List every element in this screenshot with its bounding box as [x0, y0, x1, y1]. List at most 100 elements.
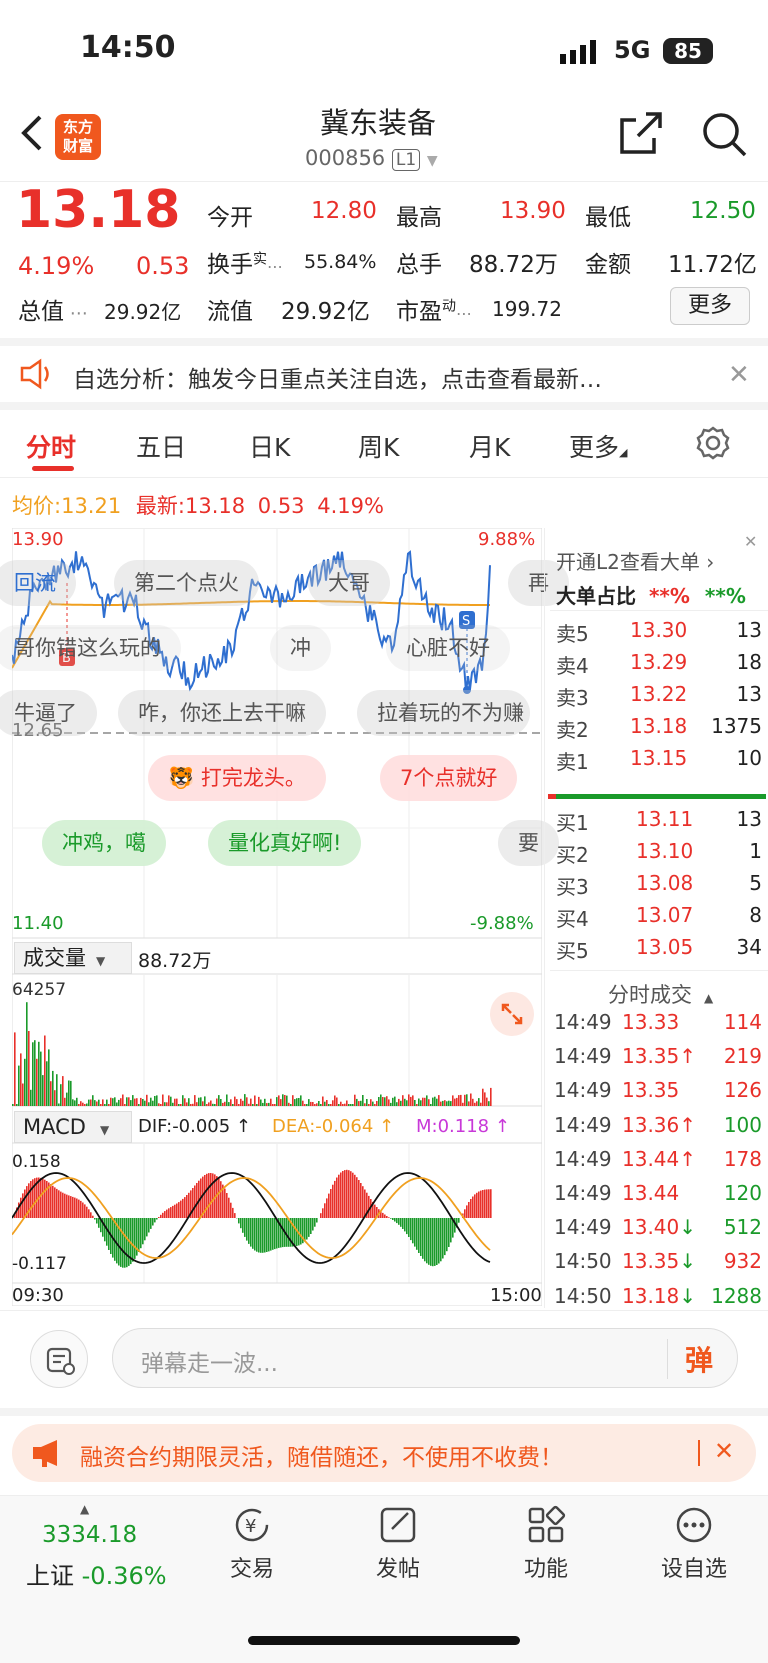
trade-time: 14:49 — [554, 1078, 612, 1103]
tab-more[interactable]: 更多◢ — [569, 428, 627, 464]
danmaku-chip: 🐯 打完龙头。 — [148, 755, 326, 801]
divider — [667, 1339, 668, 1379]
ask-price: 13.29 — [630, 650, 688, 674]
search-icon[interactable] — [702, 112, 748, 162]
nav-function[interactable]: 功能 — [506, 1505, 586, 1583]
index-name: 上证 -0.36% — [26, 1562, 167, 1590]
macd-m: M:0.118 ↑ — [416, 1116, 510, 1137]
ask-label: 卖1 — [556, 750, 589, 774]
danmaku-chip: 冲 — [270, 625, 331, 671]
stock-code[interactable]: 000856 L1 ▼ — [305, 146, 438, 171]
danmaku-chip: 冲鸡，噶 — [42, 820, 166, 866]
status-bar: 14:50 5G 85 — [0, 0, 768, 100]
trade-price: 13.35 — [622, 1078, 680, 1103]
time-axis-end: 15:00 — [490, 1285, 542, 1306]
float-value: 29.92亿 — [281, 299, 370, 325]
trade-price: 13.18↓ — [622, 1283, 697, 1308]
close-icon[interactable]: ✕ — [728, 360, 750, 390]
trade-row: 14:49 13.36↑ 100 — [554, 1113, 762, 1143]
back-icon[interactable] — [20, 113, 44, 157]
trades-title[interactable]: 分时成交 ▲ — [608, 979, 713, 1009]
more-button[interactable]: 更多 — [670, 287, 750, 325]
bid-row[interactable]: 买1 13.11 13 — [556, 807, 762, 837]
battery-icon: 85 — [663, 38, 713, 64]
nav-trade[interactable]: ¥ 交易 — [212, 1505, 292, 1583]
ask-row[interactable]: 卖1 13.15 10 — [556, 746, 762, 776]
ask-row[interactable]: 卖5 13.30 13 — [556, 618, 762, 648]
trade-row: 14:49 13.44 120 — [554, 1181, 762, 1211]
speaker-icon — [18, 358, 54, 394]
bid-row[interactable]: 买3 13.08 5 — [556, 871, 762, 901]
close-icon[interactable]: ✕ — [714, 1437, 734, 1465]
share-icon[interactable] — [618, 110, 664, 160]
trade-row: 14:50 13.35↓ 932 — [554, 1249, 762, 1279]
page-title: 冀东装备 — [320, 106, 437, 140]
promo-text: 融资合约期限灵活，随借随还，不使用不收费！ — [80, 1445, 563, 1471]
trade-icon: ¥ — [235, 1508, 269, 1542]
bid-row[interactable]: 买4 13.07 8 — [556, 903, 762, 933]
nav-post[interactable]: 发帖 — [358, 1505, 438, 1583]
ask-label: 卖3 — [556, 686, 589, 710]
tab-intraday[interactable]: 分时 — [26, 428, 76, 464]
trade-volume: 178 — [723, 1146, 762, 1171]
trade-time: 14:49 — [554, 1181, 612, 1205]
bid-label: 买2 — [556, 843, 589, 867]
danmaku-settings-icon[interactable] — [30, 1330, 88, 1388]
l2-promo-link[interactable]: 开通L2查看大单 › — [556, 546, 714, 575]
ask-label: 卖4 — [556, 654, 589, 678]
ask-volume: 13 — [736, 618, 762, 642]
notice-text[interactable]: 自选分析：触发今日重点关注自选，点击查看最新… — [73, 360, 602, 394]
bid-row[interactable]: 买2 13.10 1 — [556, 839, 762, 869]
trade-volume: 1288 — [711, 1283, 762, 1308]
bid-volume: 13 — [736, 807, 762, 831]
ask-price: 13.15 — [630, 746, 688, 770]
edit-icon — [380, 1507, 416, 1543]
bid-label: 买5 — [556, 939, 589, 963]
macd-axis-high: 0.158 — [12, 1152, 61, 1172]
low-value: 12.50 — [690, 198, 756, 224]
trade-time: 14:49 — [554, 1044, 612, 1069]
danmaku-chip: 哥你错这么玩的 — [0, 625, 181, 671]
ask-volume: 1375 — [711, 714, 762, 738]
macd-indicator-select[interactable]: MACD ▼ — [14, 1111, 132, 1143]
danmaku-chip: 第二个点火 — [114, 560, 259, 606]
macd-axis-low: -0.117 — [12, 1254, 67, 1274]
trade-volume: 932 — [723, 1249, 762, 1274]
ask-row[interactable]: 卖4 13.29 18 — [556, 650, 762, 680]
ask-price: 13.18 — [630, 714, 688, 738]
trade-time: 14:50 — [554, 1249, 612, 1274]
send-danmaku-button[interactable]: 弹 — [685, 1339, 713, 1379]
stock-code-text: 000856 — [305, 146, 386, 170]
close-icon[interactable]: ✕ — [744, 532, 757, 551]
nav-add-watchlist[interactable]: 设自选 — [654, 1505, 734, 1583]
float-label: 流值 — [207, 299, 253, 325]
trade-row: 14:49 13.33 114 — [554, 1010, 762, 1040]
danmaku-input[interactable]: 弹幕走一波... 弹 — [112, 1328, 738, 1388]
ask-row[interactable]: 卖2 13.18 1375 — [556, 714, 762, 744]
index-value: 3334.18 — [42, 1522, 138, 1548]
index-ticker[interactable]: ▲ 3334.18 上证 -0.36% — [20, 1502, 180, 1592]
trade-price: 13.35↑ — [622, 1044, 697, 1069]
ask-row[interactable]: 卖3 13.22 13 — [556, 682, 762, 712]
high-value: 13.90 — [500, 198, 566, 224]
trade-volume: 114 — [723, 1010, 762, 1034]
open-label: 今开 — [207, 205, 253, 231]
volume-indicator-select[interactable]: 成交量 ▼ — [14, 942, 132, 974]
bid-row[interactable]: 买5 13.05 34 — [556, 935, 762, 965]
trade-price: 13.40↓ — [622, 1215, 697, 1240]
tab-weekly-k[interactable]: 周K — [358, 428, 399, 464]
ask-price: 13.22 — [630, 682, 688, 706]
bid-label: 买1 — [556, 811, 589, 835]
tab-daily-k[interactable]: 日K — [249, 428, 290, 464]
settings-icon[interactable] — [696, 426, 730, 464]
trade-time: 14:49 — [554, 1010, 612, 1034]
amount-value: 11.72亿 — [668, 252, 757, 278]
tab-five-day[interactable]: 五日 — [136, 428, 186, 464]
volume-max: 64257 — [12, 980, 67, 1000]
trade-row: 14:49 13.35 126 — [554, 1078, 762, 1108]
mcap-label: 总值 ⋯ — [18, 299, 88, 325]
volume-label: 总手 — [396, 252, 442, 278]
expand-icon[interactable] — [490, 992, 534, 1036]
more-dots-icon — [676, 1507, 712, 1543]
tab-monthly-k[interactable]: 月K — [469, 428, 510, 464]
